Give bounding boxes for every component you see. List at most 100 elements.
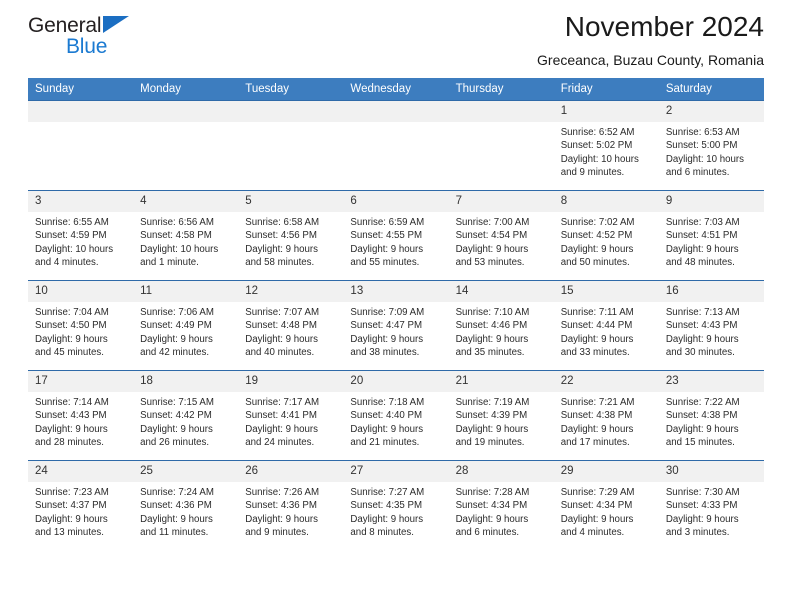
calendar-day-cell[interactable]: 20 Sunrise: 7:18 AM Sunset: 4:40 PM Dayligh… bbox=[343, 370, 449, 461]
calendar-day-cell[interactable]: 1 Sunrise: 6:52 AM Sunset: 5:02 PM Daylight… bbox=[553, 100, 659, 191]
daylight-text-line2: and 35 minutes. bbox=[455, 347, 525, 359]
day-number: 29 bbox=[553, 461, 659, 482]
day-sun-info: Sunrise: 6:56 AM Sunset: 4:58 PM Daylight:… bbox=[133, 212, 238, 270]
sunrise-text: Sunrise: 7:10 AM bbox=[455, 307, 530, 318]
calendar-day-cell[interactable]: 17 Sunrise: 7:14 AM Sunset: 4:43 PM Dayligh… bbox=[28, 370, 134, 461]
calendar-day-cell[interactable]: 28 Sunrise: 7:28 AM Sunset: 4:34 PM Dayligh… bbox=[448, 460, 554, 551]
daylight-text-line2: and 6 minutes. bbox=[665, 167, 730, 179]
day-sun-info: Sunrise: 7:15 AM Sunset: 4:42 PM Daylight:… bbox=[133, 392, 238, 450]
calendar-day-cell[interactable]: 5 Sunrise: 6:58 AM Sunset: 4:56 PM Daylight… bbox=[238, 190, 344, 281]
daylight-text-line2: and 55 minutes. bbox=[350, 257, 420, 269]
day-sun-info: Sunrise: 7:26 AM Sunset: 4:36 PM Daylight:… bbox=[238, 482, 343, 540]
logo-triangle-icon bbox=[103, 16, 129, 33]
calendar-day-cell[interactable]: 25 Sunrise: 7:24 AM Sunset: 4:36 PM Dayligh… bbox=[133, 460, 239, 551]
calendar-day-cell[interactable]: 4 Sunrise: 6:56 AM Sunset: 4:58 PM Daylight… bbox=[133, 190, 239, 281]
calendar-page: General Blue November 2024 Greceanca, Bu… bbox=[0, 0, 792, 612]
day-sun-info: Sunrise: 6:59 AM Sunset: 4:55 PM Daylight:… bbox=[343, 212, 448, 270]
day-number: 28 bbox=[448, 461, 554, 482]
calendar-day-cell[interactable]: 13 Sunrise: 7:09 AM Sunset: 4:47 PM Dayligh… bbox=[343, 280, 449, 371]
calendar-day-cell[interactable]: 18 Sunrise: 7:15 AM Sunset: 4:42 PM Dayligh… bbox=[133, 370, 239, 461]
sunset-text: Sunset: 4:52 PM bbox=[560, 230, 633, 242]
sunrise-text: Sunrise: 7:15 AM bbox=[140, 397, 214, 408]
sunrise-text: Sunrise: 7:00 AM bbox=[455, 217, 530, 228]
calendar-day-cell[interactable]: 21 Sunrise: 7:19 AM Sunset: 4:39 PM Dayligh… bbox=[448, 370, 554, 461]
daylight-text-line2: and 4 minutes. bbox=[35, 257, 99, 269]
calendar-day-cell[interactable]: 19 Sunrise: 7:17 AM Sunset: 4:41 PM Dayligh… bbox=[238, 370, 344, 461]
daylight-text-line1: Daylight: 10 hours bbox=[35, 243, 114, 255]
day-number: 17 bbox=[28, 371, 134, 392]
calendar-day-cell[interactable]: 24 Sunrise: 7:23 AM Sunset: 4:37 PM Dayligh… bbox=[28, 460, 134, 551]
daylight-text-line1: Daylight: 9 hours bbox=[350, 423, 424, 435]
day-sun-info: Sunrise: 7:13 AM Sunset: 4:43 PM Daylight:… bbox=[659, 302, 764, 360]
calendar-day-cell[interactable]: 9 Sunrise: 7:03 AM Sunset: 4:51 PM Daylight… bbox=[658, 190, 764, 281]
day-number bbox=[238, 101, 344, 122]
daylight-text-line1: Daylight: 10 hours bbox=[560, 153, 639, 165]
sunrise-text: Sunrise: 6:52 AM bbox=[560, 127, 635, 138]
weekday-header-tuesday: Tuesday bbox=[238, 78, 344, 101]
calendar-header-row: Sunday Monday Tuesday Wednesday Thursday… bbox=[28, 78, 764, 101]
day-number: 11 bbox=[133, 281, 239, 302]
calendar-day-cell[interactable]: 8 Sunrise: 7:02 AM Sunset: 4:52 PM Daylight… bbox=[553, 190, 659, 281]
generalblue-logo[interactable]: General Blue bbox=[28, 14, 208, 64]
day-sun-info: Sunrise: 7:07 AM Sunset: 4:48 PM Daylight:… bbox=[238, 302, 343, 360]
calendar-day-cell[interactable]: 23 Sunrise: 7:22 AM Sunset: 4:38 PM Dayligh… bbox=[658, 370, 764, 461]
day-sun-info: Sunrise: 7:24 AM Sunset: 4:36 PM Daylight:… bbox=[133, 482, 238, 540]
day-number: 21 bbox=[448, 371, 554, 392]
calendar-cell-empty bbox=[448, 100, 554, 191]
sunset-text: Sunset: 4:43 PM bbox=[35, 410, 107, 422]
calendar-day-cell[interactable]: 12 Sunrise: 7:07 AM Sunset: 4:48 PM Dayligh… bbox=[238, 280, 344, 371]
daylight-text-line1: Daylight: 9 hours bbox=[455, 423, 529, 435]
calendar-day-cell[interactable]: 10 Sunrise: 7:04 AM Sunset: 4:50 PM Dayligh… bbox=[28, 280, 134, 371]
sunrise-text: Sunrise: 6:55 AM bbox=[35, 217, 109, 228]
calendar-cell-empty bbox=[343, 100, 449, 191]
day-sun-info: Sunrise: 6:55 AM Sunset: 4:59 PM Daylight:… bbox=[28, 212, 133, 270]
daylight-text-line2: and 24 minutes. bbox=[245, 437, 315, 449]
day-sun-info: Sunrise: 7:03 AM Sunset: 4:51 PM Daylight:… bbox=[659, 212, 764, 270]
daylight-text-line1: Daylight: 9 hours bbox=[140, 423, 213, 435]
daylight-text-line1: Daylight: 9 hours bbox=[35, 513, 108, 525]
daylight-text-line2: and 40 minutes. bbox=[245, 347, 315, 359]
day-number: 13 bbox=[343, 281, 449, 302]
calendar-day-cell[interactable]: 14 Sunrise: 7:10 AM Sunset: 4:46 PM Dayligh… bbox=[448, 280, 554, 371]
calendar-day-cell[interactable]: 29 Sunrise: 7:29 AM Sunset: 4:34 PM Dayligh… bbox=[553, 460, 659, 551]
sunrise-text: Sunrise: 7:17 AM bbox=[245, 397, 320, 408]
day-sun-info: Sunrise: 7:30 AM Sunset: 4:33 PM Daylight:… bbox=[659, 482, 764, 540]
sunset-text: Sunset: 4:51 PM bbox=[665, 230, 738, 242]
calendar-day-cell[interactable]: 30 Sunrise: 7:30 AM Sunset: 4:33 PM Dayligh… bbox=[658, 460, 764, 551]
sunrise-text: Sunrise: 7:27 AM bbox=[350, 487, 425, 498]
calendar-day-cell[interactable]: 27 Sunrise: 7:27 AM Sunset: 4:35 PM Dayligh… bbox=[343, 460, 449, 551]
page-subtitle: Greceanca, Buzau County, Romania bbox=[537, 52, 764, 68]
calendar-day-cell[interactable]: 22 Sunrise: 7:21 AM Sunset: 4:38 PM Dayligh… bbox=[553, 370, 659, 461]
calendar-day-cell[interactable]: 2 Sunrise: 6:53 AM Sunset: 5:00 PM Daylight… bbox=[658, 100, 764, 191]
daylight-text-line2: and 13 minutes. bbox=[35, 527, 104, 539]
calendar-day-cell[interactable]: 15 Sunrise: 7:11 AM Sunset: 4:44 PM Dayligh… bbox=[553, 280, 659, 371]
sunrise-text: Sunrise: 7:22 AM bbox=[665, 397, 740, 408]
daylight-text-line1: Daylight: 9 hours bbox=[455, 333, 529, 345]
day-sun-info: Sunrise: 7:19 AM Sunset: 4:39 PM Daylight:… bbox=[449, 392, 554, 450]
day-number: 25 bbox=[133, 461, 239, 482]
calendar-day-cell[interactable]: 26 Sunrise: 7:26 AM Sunset: 4:36 PM Dayligh… bbox=[238, 460, 344, 551]
calendar-day-cell[interactable]: 7 Sunrise: 7:00 AM Sunset: 4:54 PM Daylight… bbox=[448, 190, 554, 281]
day-number: 22 bbox=[553, 371, 659, 392]
daylight-text-line2: and 42 minutes. bbox=[140, 347, 210, 359]
daylight-text-line1: Daylight: 9 hours bbox=[455, 243, 529, 255]
daylight-text-line1: Daylight: 9 hours bbox=[245, 423, 318, 435]
calendar-day-cell[interactable]: 11 Sunrise: 7:06 AM Sunset: 4:49 PM Dayligh… bbox=[133, 280, 239, 371]
daylight-text-line2: and 45 minutes. bbox=[35, 347, 104, 359]
daylight-text-line2: and 53 minutes. bbox=[455, 257, 525, 269]
calendar-week-row: 1 Sunrise: 6:52 AM Sunset: 5:02 PM Daylight… bbox=[28, 100, 764, 191]
daylight-text-line2: and 28 minutes. bbox=[35, 437, 104, 449]
sunset-text: Sunset: 4:38 PM bbox=[560, 410, 633, 422]
calendar-week-row: 10 Sunrise: 7:04 AM Sunset: 4:50 PM Dayligh… bbox=[28, 280, 764, 371]
sunrise-text: Sunrise: 7:30 AM bbox=[665, 487, 740, 498]
daylight-text-line2: and 6 minutes. bbox=[455, 527, 520, 539]
calendar-day-cell[interactable]: 6 Sunrise: 6:59 AM Sunset: 4:55 PM Daylight… bbox=[343, 190, 449, 281]
page-title: November 2024 bbox=[564, 11, 764, 42]
day-sun-info: Sunrise: 7:18 AM Sunset: 4:40 PM Daylight:… bbox=[343, 392, 448, 450]
sunset-text: Sunset: 4:54 PM bbox=[455, 230, 528, 242]
daylight-text-line1: Daylight: 9 hours bbox=[140, 333, 213, 345]
calendar-day-cell[interactable]: 3 Sunrise: 6:55 AM Sunset: 4:59 PM Daylight… bbox=[28, 190, 134, 281]
day-sun-info: Sunrise: 7:28 AM Sunset: 4:34 PM Daylight:… bbox=[449, 482, 554, 540]
day-sun-info: Sunrise: 6:53 AM Sunset: 5:00 PM Daylight:… bbox=[659, 122, 764, 180]
calendar-day-cell[interactable]: 16 Sunrise: 7:13 AM Sunset: 4:43 PM Dayligh… bbox=[658, 280, 764, 371]
